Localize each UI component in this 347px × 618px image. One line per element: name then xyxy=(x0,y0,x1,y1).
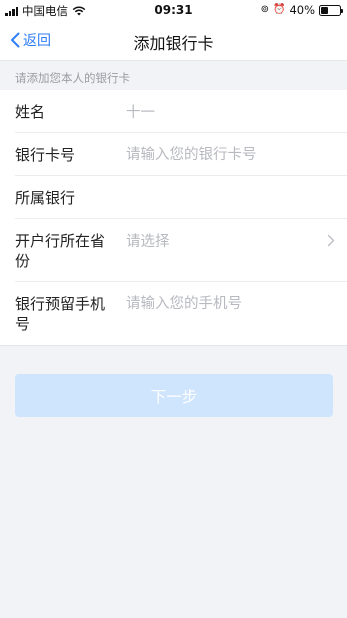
card-number-input[interactable] xyxy=(126,143,336,167)
section-hint: 请添加您本人的银行卡 xyxy=(0,60,347,90)
row-province[interactable]: 开户行所在省份 请选择 xyxy=(15,219,347,282)
nav-bar: 返回 添加银行卡 xyxy=(0,20,347,60)
battery-icon xyxy=(319,4,343,16)
page-title: 添加银行卡 xyxy=(133,34,214,53)
battery-percent: 40% xyxy=(289,3,315,17)
alarm-icon: ⏰ xyxy=(272,4,286,15)
status-right: ⊚ ⏰ 40% xyxy=(260,3,343,17)
row-name: 姓名 十一 xyxy=(15,90,347,133)
rotation-lock-icon: ⊚ xyxy=(260,4,269,15)
card-number-label: 银行卡号 xyxy=(15,146,76,164)
bank-label: 所属银行 xyxy=(15,189,76,207)
province-label: 开户行所在省份 xyxy=(15,232,106,270)
next-step-button[interactable]: 下一步 xyxy=(15,374,333,417)
chevron-right-icon xyxy=(327,234,335,247)
bank-card-form: 姓名 十一 银行卡号 所属银行 开户行所在省份 请选择 银行预留手机号 xyxy=(0,90,347,346)
phone-input[interactable] xyxy=(126,292,336,316)
row-card-number[interactable]: 银行卡号 xyxy=(15,133,347,176)
status-bar: 中国电信 09:31 ⊚ ⏰ 40% xyxy=(0,0,347,20)
row-bank: 所属银行 xyxy=(15,176,347,219)
battery-fill xyxy=(321,6,329,14)
name-label: 姓名 xyxy=(15,103,46,121)
phone-label: 银行预留手机号 xyxy=(15,295,106,333)
province-select[interactable]: 请选择 xyxy=(126,232,170,252)
row-phone[interactable]: 银行预留手机号 xyxy=(15,282,347,345)
name-value: 十一 xyxy=(126,105,155,121)
